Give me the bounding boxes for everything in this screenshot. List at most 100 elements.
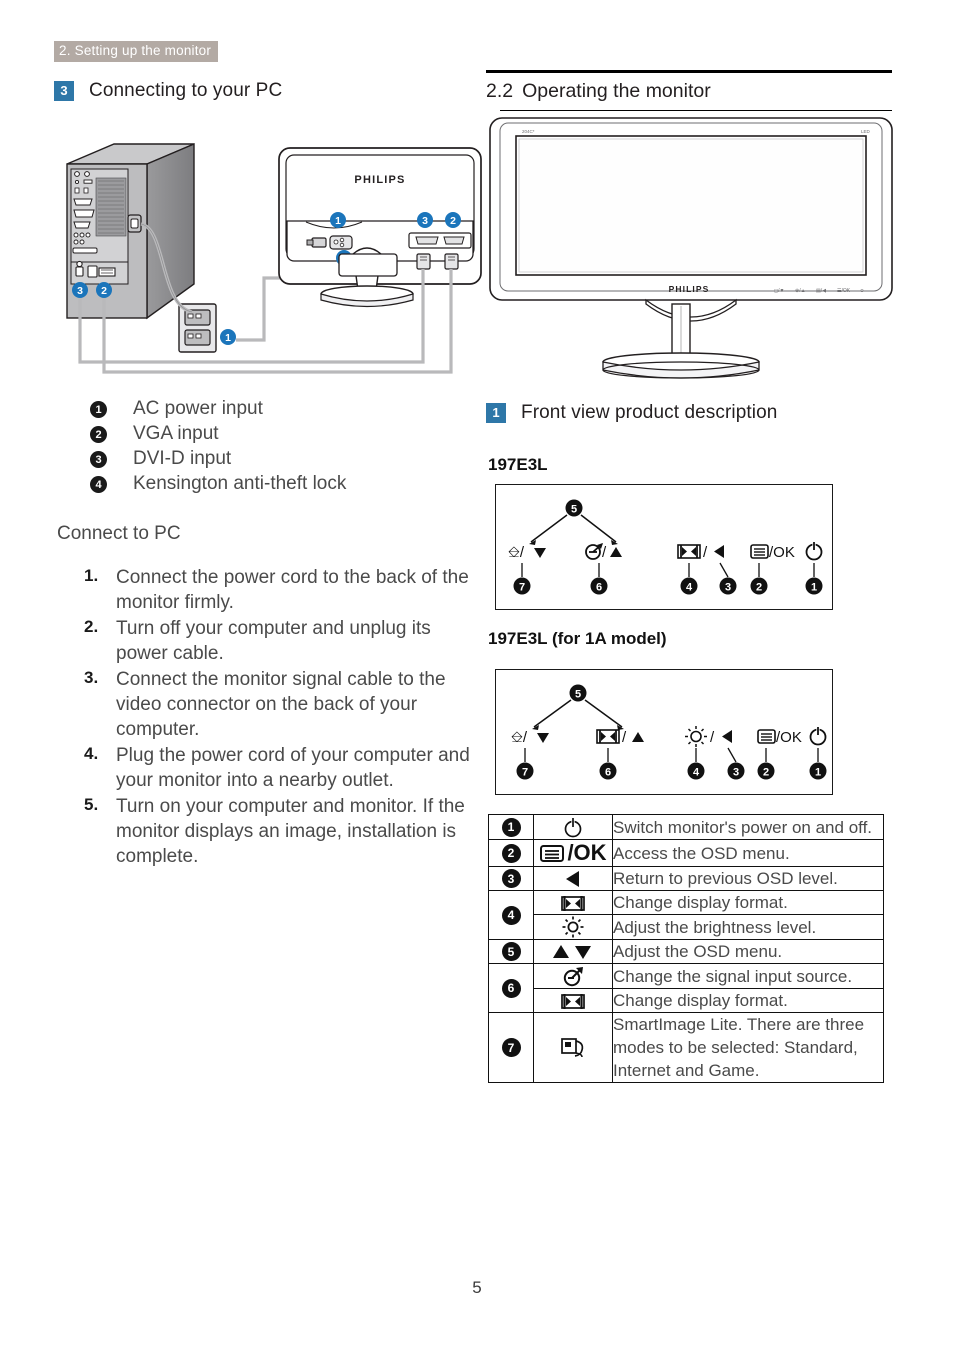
smartimage-icon [534,1035,612,1061]
svg-text:6: 6 [596,582,602,594]
subsection-heading-front-view: 1 Front view product description [486,402,777,424]
svg-text:3: 3 [725,582,731,594]
section-heading-operating: 2.2 Operating the monitor [486,80,711,103]
table-row: 2 /OK Access the OSD menu. [488,839,884,867]
row-number-badge: 5 [501,942,521,961]
svg-text:4: 4 [693,767,700,779]
step-number: 1. [84,566,99,585]
up-down-arrows-icon-cell [533,939,613,964]
row-description: Change display format. [612,988,884,1013]
section-title: Operating the monitor [522,80,711,102]
legend-item: 4 Kensington anti-theft lock [90,473,490,498]
button-description-table: 1 Switch monitor's power on and off. 2 /… [488,814,884,1083]
svg-text:⎒/: ⎒/ [511,729,528,746]
row-number-badge: 3 [501,869,521,888]
connector-legend: 1 AC power input 2 VGA input 3 DVI-D inp… [90,398,490,498]
legend-label: VGA input [133,423,219,444]
up-down-arrows-icon [534,941,612,963]
step-number: 5. [84,795,99,814]
subsection-number-badge: 1 [486,403,506,423]
table-row: Adjust the brightness level. [489,914,884,940]
svg-text:⎉: ⎉ [860,288,864,294]
model-label-197e3l: 197E3L [488,455,548,474]
row-description: SmartImage Lite. There are three modes t… [612,1012,884,1083]
section-title: Connecting to your PC [89,80,283,101]
svg-text:1: 1 [815,767,821,779]
row-number-badge: 2 [501,843,521,863]
power-icon [534,815,612,839]
format-icon [534,892,612,914]
svg-text:LED: LED [861,129,871,134]
row-number-cell: 5 [488,939,534,964]
control-panel-197e3l-1a: 5 ⎒/ / / /OK 7 6 4 3 2 1 [495,669,833,795]
monitor-front-view: 204C* LED PHILIPS ◻/▼ ⊕/▲ ▤/◀ ☰/OK ⎉ [486,112,896,382]
legend-item: 1 AC power input [90,398,490,423]
input-source-icon [534,964,612,988]
table-row: 6 Change the signal input source. [488,963,884,1013]
step-number: 2. [84,617,99,636]
left-arrow-icon [534,868,612,890]
svg-text:2: 2 [756,582,762,594]
row-description: Access the OSD menu. [612,839,884,867]
table-row: 4 Change display format. [488,890,884,940]
svg-text:PHILIPS: PHILIPS [354,174,405,186]
table-row: Change display format. [489,988,884,1013]
row-number-cell: 4 [488,890,534,940]
format-icon-cell [533,890,613,915]
row-description: Adjust the brightness level. [612,914,884,940]
svg-text:3: 3 [733,767,739,779]
svg-text:5: 5 [571,504,577,516]
svg-text:7: 7 [519,582,525,594]
step-number: 3. [84,668,99,687]
svg-text:2: 2 [450,215,456,227]
running-header: 2. Setting up the monitor [54,41,219,62]
svg-text:7: 7 [522,767,528,779]
svg-text:▤/◀: ▤/◀ [816,288,826,294]
legend-label: AC power input [133,398,263,419]
legend-number-badge: 3 [90,451,107,468]
legend-number-badge: 1 [90,401,107,418]
step-item: 4. Plug the power cord of your computer … [84,743,484,793]
svg-text:/: / [710,729,715,746]
page-number: 5 [472,1278,482,1297]
svg-text:1: 1 [225,332,231,344]
manual-page: 2. Setting up the monitor 3 Connecting t… [0,0,954,1350]
step-text: Plug the power cord of your computer and… [116,745,470,791]
row-number-cell: 2 [488,839,534,867]
row-number-badge: 6 [501,978,521,998]
table-row: 7 SmartImage Lite. There are three modes… [488,1012,884,1083]
table-row: 3 Return to previous OSD level. [488,866,884,891]
svg-text:3: 3 [77,285,83,297]
legend-number-badge: 4 [90,476,107,493]
section-heading-connecting: 3 Connecting to your PC [54,80,282,102]
row-description: Change the signal input source. [612,963,884,989]
row-number-cell: 1 [488,814,534,840]
svg-text:⎒/: ⎒/ [508,544,525,561]
ok-label: /OK [567,840,607,865]
legend-number-badge: 2 [90,426,107,443]
legend-item: 3 DVI-D input [90,448,490,473]
brightness-icon [534,915,612,939]
row-description: Change display format. [612,890,884,915]
svg-text:/OK: /OK [769,544,795,561]
legend-item: 2 VGA input [90,423,490,448]
section-number-badge: 3 [54,81,74,101]
svg-text:/: / [622,729,627,746]
svg-text:/OK: /OK [776,729,802,746]
row-number-cell: 7 [488,1012,534,1083]
model-label-197e3l-1a: 197E3L (for 1A model) [488,629,667,648]
step-text: Turn on your computer and monitor. If th… [116,796,465,867]
section-rule-top [486,70,892,73]
svg-text:3: 3 [422,215,428,227]
svg-text:/: / [703,544,708,561]
row-number-badge: 4 [501,905,521,925]
svg-text:PHILIPS: PHILIPS [669,284,710,294]
format-icon-cell [533,988,613,1013]
svg-text:5: 5 [575,689,581,701]
svg-text:◻/▼: ◻/▼ [774,288,785,294]
table-row: 1 Switch monitor's power on and off. [488,814,884,840]
svg-text:204C*: 204C* [522,129,535,134]
svg-text:⊕/▲: ⊕/▲ [795,288,806,294]
step-item: 2. Turn off your computer and unplug its… [84,616,484,666]
connect-to-pc-heading: Connect to PC [57,523,181,544]
